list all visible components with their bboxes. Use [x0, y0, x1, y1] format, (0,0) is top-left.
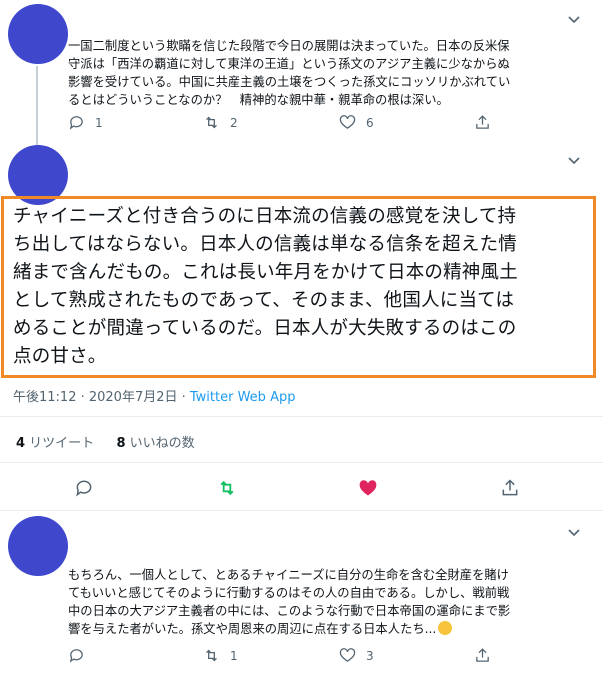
like-button[interactable]: 6 — [339, 114, 374, 131]
retweet-stat-label: リツイート — [25, 436, 95, 451]
reply-icon — [76, 480, 92, 497]
reply-button[interactable] — [74, 478, 94, 498]
share-button[interactable] — [474, 647, 491, 664]
share-icon — [502, 479, 518, 496]
retweet-icon — [220, 480, 234, 496]
like-icon — [339, 115, 356, 129]
like-icon — [339, 648, 356, 662]
source-link[interactable]: Twitter Web App — [190, 390, 296, 405]
tweet-text-line: チャイニーズと付き合うのに日本流の信義の感覚を決して持 — [13, 206, 517, 227]
retweet-count: 2 — [230, 115, 238, 130]
retweet-stat[interactable]: 4 リツイート — [16, 436, 94, 451]
share-icon — [476, 648, 489, 662]
like-button[interactable]: 3 — [339, 647, 374, 664]
like-stat-number: 8 — [116, 436, 126, 451]
like-icon — [359, 480, 377, 496]
tweet-text-line: 点の甘さ。 — [13, 346, 107, 367]
share-button[interactable] — [474, 114, 491, 131]
divider — [0, 510, 603, 511]
tweet-timestamp: 午後11:12 · 2020年7月2日 · Twitter Web App — [13, 386, 295, 405]
tweet-text-line: 緒まで含んだもの。これは長い年月をかけて日本の精神風土 — [13, 262, 518, 283]
tweet-text-line: もちろん、一個人として、とあるチャイニーズに自分の生命を含む全財産を賭け — [68, 568, 509, 582]
chevron-down-icon[interactable] — [566, 528, 582, 538]
tweet-stats: 4 リツイート 8 いいねの数 — [16, 432, 195, 451]
timestamp-text[interactable]: 午後11:12 · 2020年7月2日 · — [13, 390, 190, 405]
thread-line — [36, 66, 38, 146]
avatar[interactable] — [8, 516, 68, 576]
retweet-button[interactable]: 1 — [203, 647, 238, 664]
like-count: 6 — [366, 115, 374, 130]
tweet-text-line: めることが間違っているのだ。日本人が大失敗するのはこの — [13, 318, 517, 339]
tweet-text-line: るとはどういうことなのか？ 精神的な親中華・親革命の根は深い。 — [68, 93, 449, 107]
tweet-text-line: 一国二制度という欺瞞を信じた段階で今日の展開は決まっていた。日本の反米保 — [68, 39, 510, 53]
retweet-button[interactable]: 2 — [203, 114, 238, 131]
reply-icon — [69, 649, 83, 663]
divider — [0, 416, 603, 417]
tweet-text-line: として熟成されたものであって、そのまま、他国人に当ては — [13, 290, 515, 311]
retweet-count: 1 — [230, 648, 238, 663]
chevron-down-icon[interactable] — [566, 156, 582, 166]
retweet-icon — [206, 116, 217, 129]
divider — [0, 462, 603, 463]
avatar[interactable] — [8, 4, 68, 64]
tweet-text-line: 中の日本の大アジア主義者の中には、このような行動で日本帝国の運命にまで影 — [68, 604, 511, 618]
retweet-icon — [206, 649, 217, 662]
tweet-text-line: 響を与えた者がいた。孫文や周恩来の周辺に点在する日本人たち... — [68, 622, 437, 636]
like-stat-label: いいねの数 — [125, 436, 195, 451]
emoji-icon — [438, 621, 453, 635]
chevron-down-icon[interactable] — [566, 15, 582, 25]
reply-button[interactable]: 1 — [68, 114, 103, 131]
retweet-stat-number: 4 — [16, 436, 26, 451]
like-button[interactable] — [358, 478, 378, 498]
tweet-text-line: ち出してはならない。日本人の信義は単なる信条を超えた情 — [13, 234, 517, 255]
reply-count: 1 — [95, 115, 103, 130]
tweet-text-line: てもいいと感じてそのように行動するのはその人の自由である。しかし、戦前戦 — [68, 586, 510, 600]
like-count: 3 — [366, 648, 374, 663]
tweet-text-line: 守派は「西洋の覇道に対して東洋の王道」という孫文のアジア主義に少なからぬ — [68, 57, 510, 71]
tweet-text-line: 影響を受けている。中国に共産主義の土壌をつくった孫文にコッソリかぶれてい — [68, 75, 511, 89]
share-button[interactable] — [500, 478, 520, 498]
like-stat[interactable]: 8 いいねの数 — [116, 436, 194, 451]
reply-button[interactable] — [68, 647, 95, 664]
retweet-button[interactable] — [217, 478, 237, 498]
reply-icon — [69, 116, 83, 130]
share-icon — [476, 115, 489, 129]
tweet-text-line-last: 響を与えた者がいた。孫文や周恩来の周辺に点在する日本人たち... — [68, 620, 453, 638]
